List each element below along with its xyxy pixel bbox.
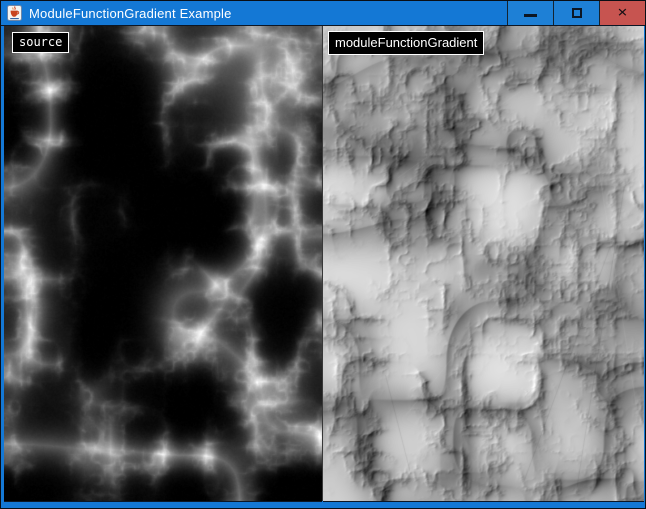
minimize-icon [524, 14, 537, 17]
source-image-label: source [12, 32, 69, 53]
module-function-gradient-image [323, 26, 644, 501]
close-icon: ✕ [617, 7, 628, 19]
maximize-icon [572, 8, 582, 18]
source-noise-image [4, 26, 322, 501]
gradient-image-panel: moduleFunctionGradient [323, 26, 644, 502]
java-app-icon [7, 5, 22, 21]
source-image-panel: source [4, 26, 322, 502]
close-button[interactable]: ✕ [599, 1, 645, 25]
app-window: ModuleFunctionGradient Example ✕ source … [0, 0, 646, 509]
content-area: source moduleFunctionGradient [2, 26, 644, 507]
window-controls: ✕ [507, 1, 645, 25]
minimize-button[interactable] [507, 1, 553, 25]
window-title: ModuleFunctionGradient Example [29, 6, 507, 21]
maximize-button[interactable] [553, 1, 599, 25]
title-bar[interactable]: ModuleFunctionGradient Example ✕ [1, 1, 645, 26]
gradient-image-label: moduleFunctionGradient [328, 31, 484, 55]
